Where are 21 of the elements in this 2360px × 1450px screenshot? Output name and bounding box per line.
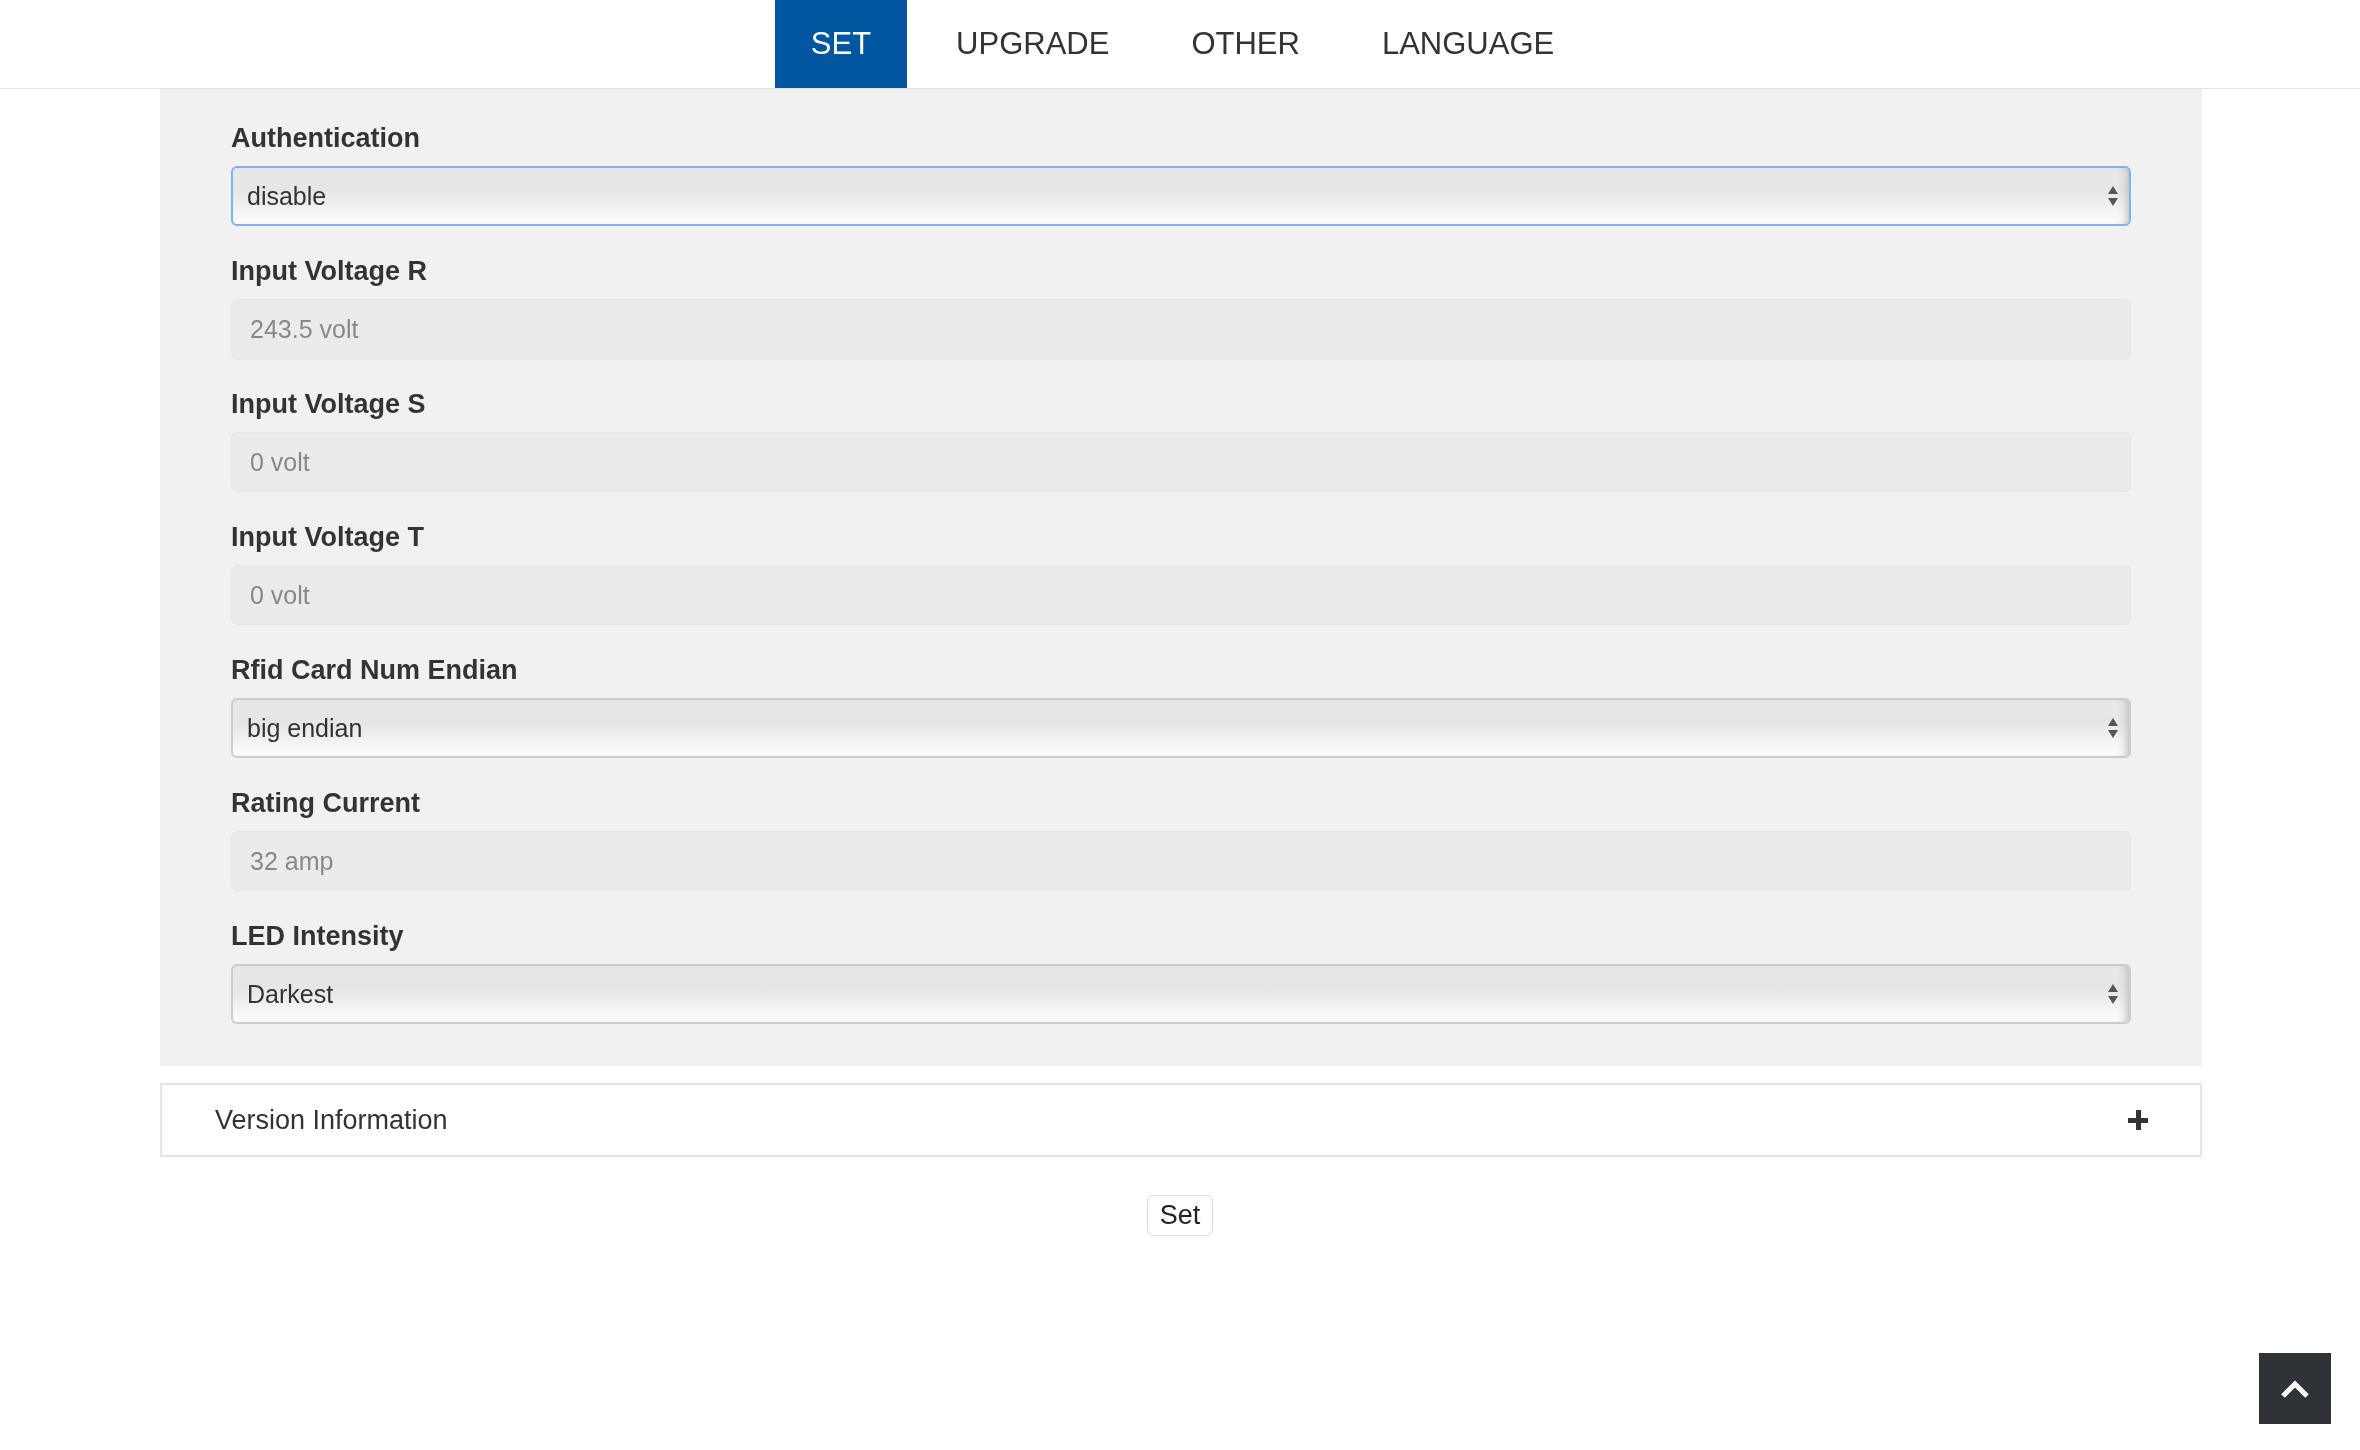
field-label: Input Voltage R: [231, 255, 428, 287]
field-label: LED Intensity: [231, 920, 405, 952]
sort-arrows-icon: [2107, 983, 2119, 1005]
dropdown[interactable]: Darkest: [231, 964, 2131, 1024]
dropdown[interactable]: disable: [231, 166, 2131, 226]
sort-arrows-icon: [2107, 185, 2119, 207]
field-label: Rfid Card Num Endian: [231, 654, 519, 686]
scroll-top-button[interactable]: [2259, 1353, 2331, 1424]
dropdown[interactable]: big endian: [231, 698, 2131, 758]
tab[interactable]: SET: [774, 0, 908, 88]
field-label: Input Voltage S: [231, 388, 427, 420]
set-button[interactable]: Set: [1146, 1195, 1214, 1236]
version-panel[interactable]: Version Information: [160, 1083, 2202, 1157]
chevron-up-icon: [2280, 1378, 2310, 1399]
field-label: Authentication: [231, 122, 421, 154]
field-label: Input Voltage T: [231, 521, 425, 553]
sort-arrows-icon: [2107, 717, 2119, 739]
tab[interactable]: LANGUAGE: [1340, 0, 1596, 88]
tab[interactable]: OTHER: [1150, 0, 1341, 88]
tab[interactable]: UPGRADE: [915, 0, 1151, 88]
field-label: Rating Current: [231, 787, 421, 819]
